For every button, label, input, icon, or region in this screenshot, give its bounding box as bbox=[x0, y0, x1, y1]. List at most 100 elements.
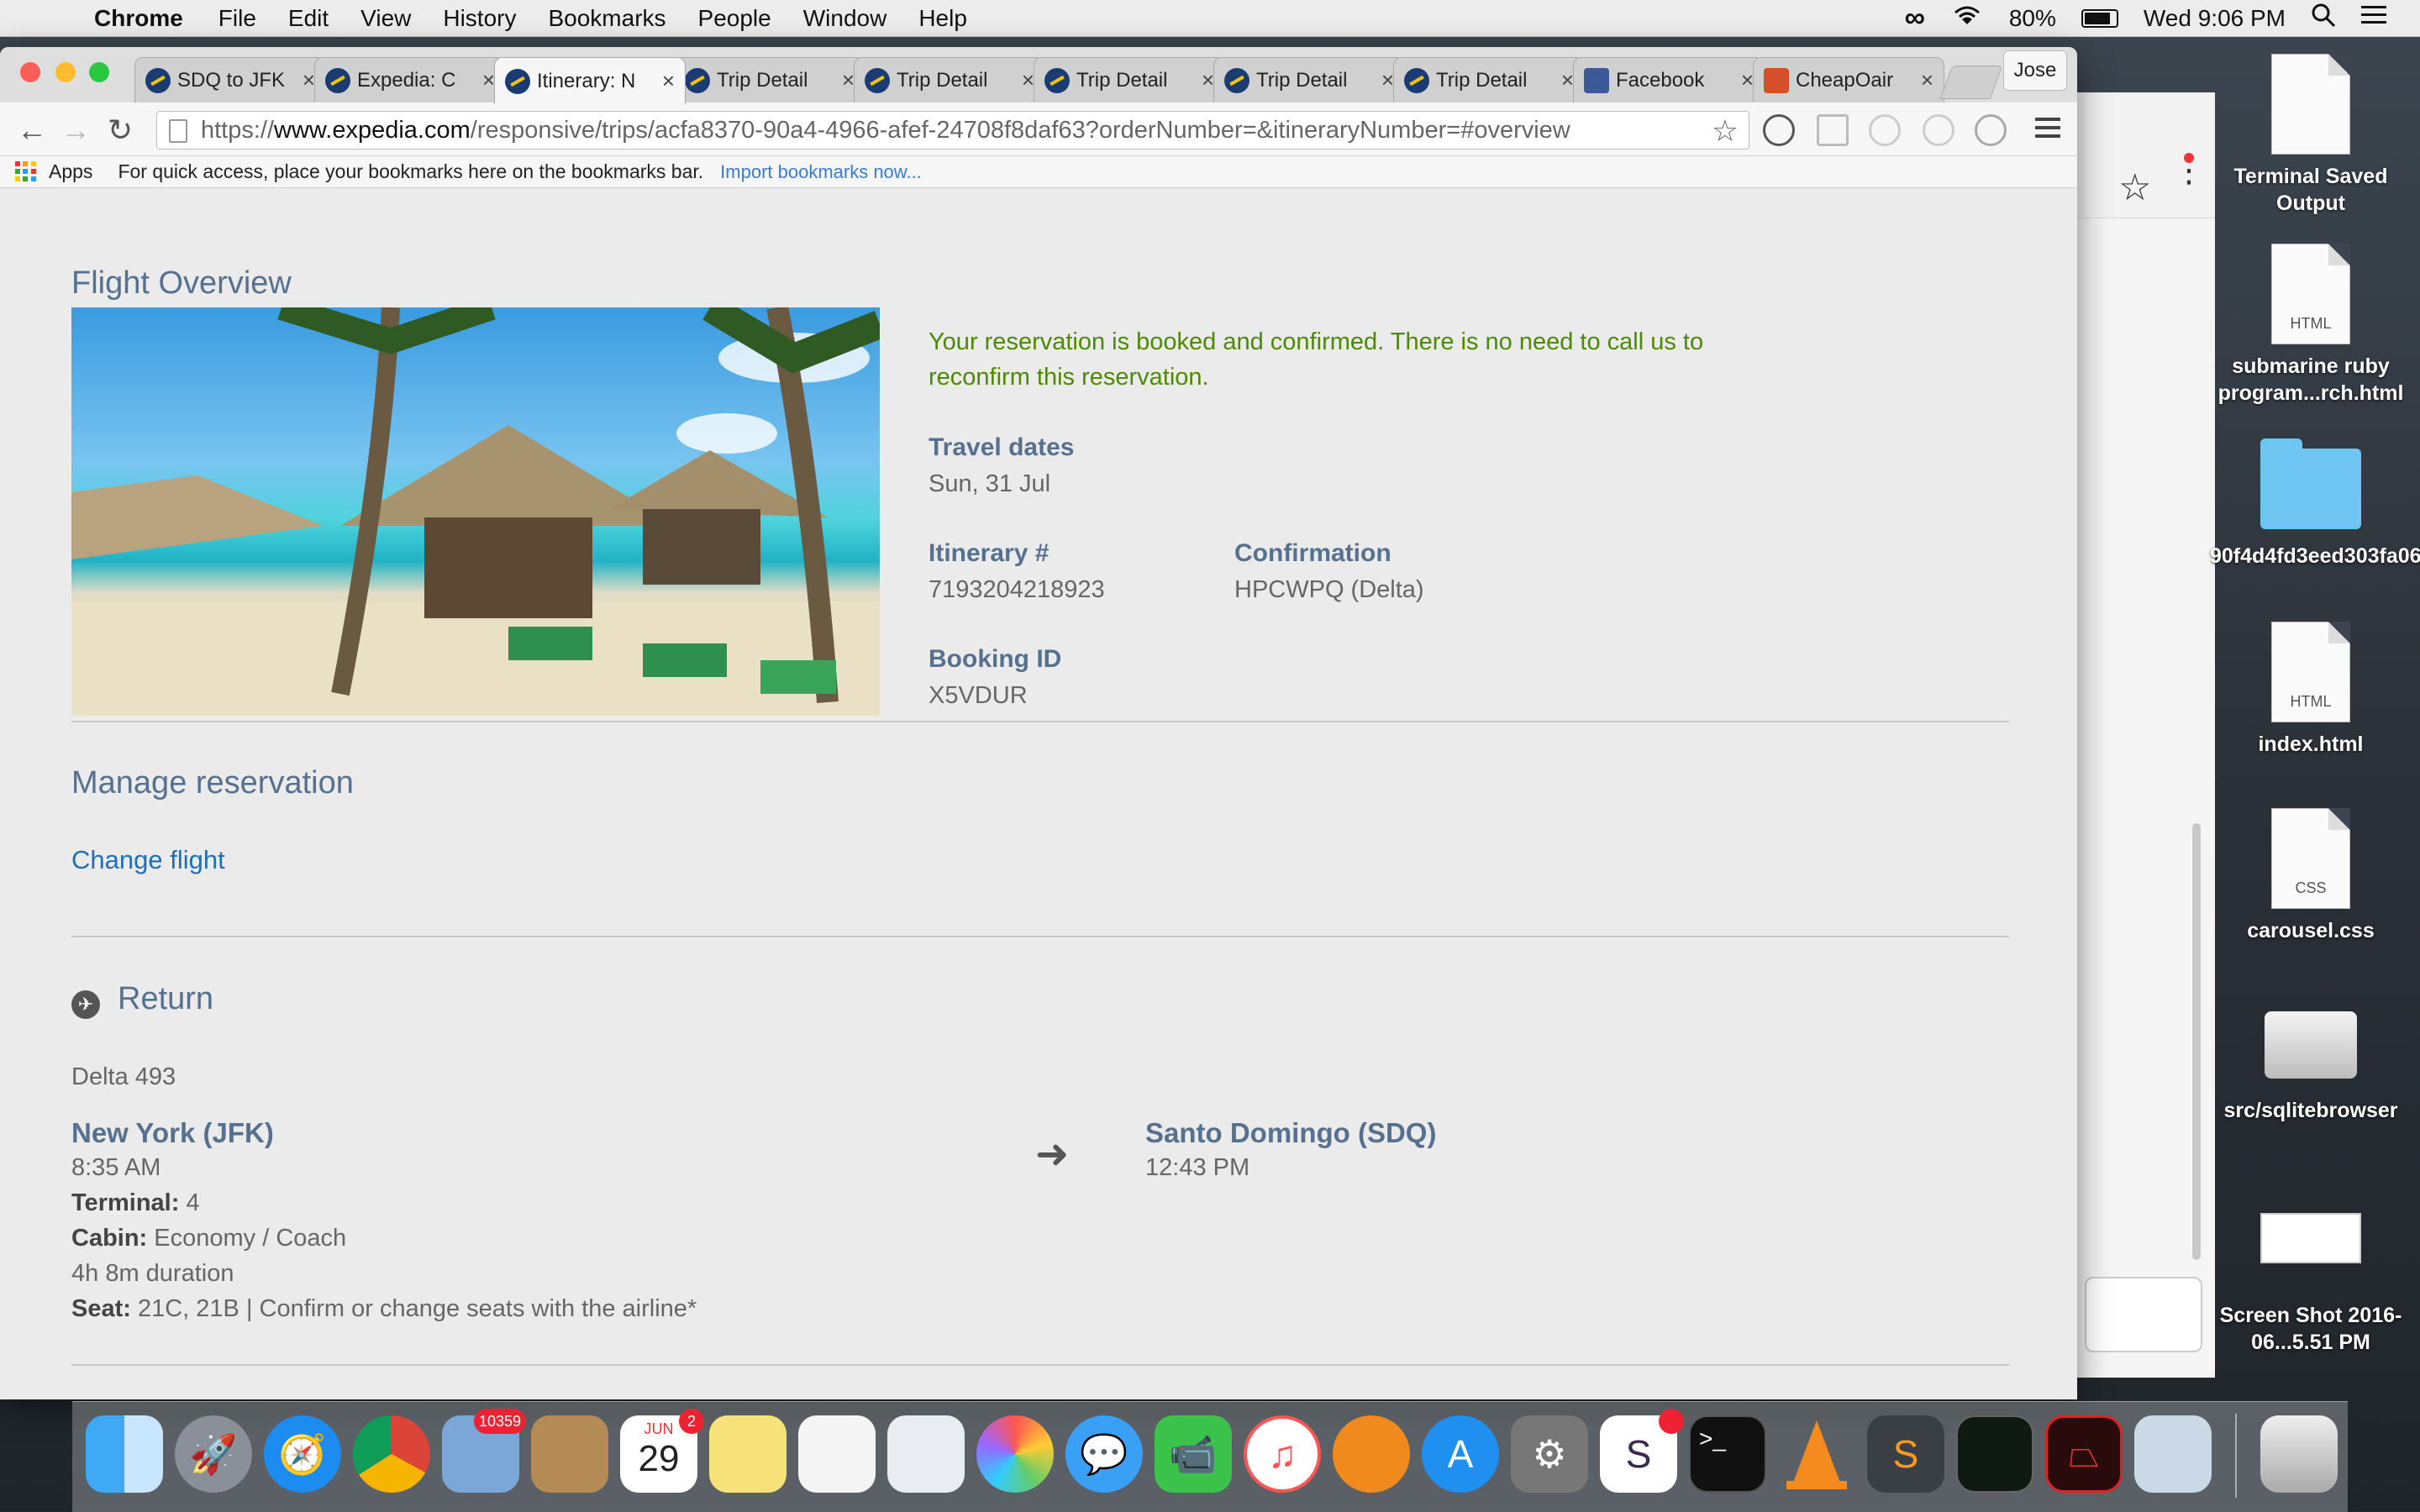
vlc-icon[interactable] bbox=[1778, 1415, 1855, 1493]
calendar-icon[interactable]: JUN 29 2 bbox=[620, 1409, 704, 1493]
change-flight-link[interactable]: Change flight bbox=[71, 845, 225, 875]
activity-monitor-icon[interactable] bbox=[1956, 1415, 2033, 1493]
tab-trip-detail-1[interactable]: Trip Detail × bbox=[674, 57, 865, 102]
section-divider bbox=[71, 1364, 2009, 1366]
menu-edit[interactable]: Edit bbox=[288, 5, 329, 32]
desktop-item-index-html[interactable]: HTML index.html bbox=[2210, 622, 2412, 758]
m-extension-icon[interactable] bbox=[1869, 114, 1901, 146]
cast-extension-icon[interactable] bbox=[1817, 114, 1849, 146]
chrome-menu-icon[interactable] bbox=[2035, 118, 2060, 143]
notes-icon[interactable] bbox=[709, 1415, 786, 1493]
tab-trip-detail-2[interactable]: Trip Detail × bbox=[854, 57, 1045, 102]
spotlight-icon[interactable] bbox=[2311, 3, 2336, 34]
desktop-item-screenshot[interactable]: Screen Shot 2016-06...5.51 PM bbox=[2210, 1181, 2412, 1356]
menu-window[interactable]: Window bbox=[803, 5, 887, 32]
launchpad-icon[interactable]: 🚀 bbox=[175, 1415, 252, 1493]
menu-app[interactable]: Chrome bbox=[94, 5, 183, 32]
emoji-button[interactable] bbox=[2085, 1277, 2202, 1352]
wifi-icon[interactable] bbox=[1950, 3, 1984, 34]
notification-center-icon[interactable] bbox=[2361, 4, 2386, 32]
import-bookmarks-link[interactable]: Import bookmarks now... bbox=[720, 161, 922, 183]
close-tab-icon[interactable]: × bbox=[1202, 67, 1214, 93]
tab-cheapoair[interactable]: CheapOair × bbox=[1753, 57, 1944, 102]
close-tab-icon[interactable]: × bbox=[662, 68, 675, 94]
menu-history[interactable]: History bbox=[443, 5, 516, 32]
app-store-icon[interactable]: A bbox=[1422, 1415, 1499, 1493]
close-tab-icon[interactable]: × bbox=[482, 67, 495, 93]
section-divider bbox=[71, 721, 2009, 722]
url-domain: www.expedia.com bbox=[274, 116, 471, 144]
close-tab-icon[interactable]: × bbox=[1022, 67, 1034, 93]
close-tab-icon[interactable]: × bbox=[1561, 67, 1574, 93]
reload-icon[interactable]: ↻ bbox=[108, 113, 133, 148]
tab-itinerary[interactable]: Itinerary: N × bbox=[494, 57, 686, 104]
battery-icon[interactable] bbox=[2081, 8, 2118, 28]
destination-city: Santo Domingo (SDQ) bbox=[1145, 1117, 1437, 1148]
safari-icon[interactable]: 🧭 bbox=[264, 1415, 341, 1493]
sync-extension-icon[interactable] bbox=[1763, 114, 1795, 146]
system-preferences-icon[interactable]: ⚙ bbox=[1511, 1415, 1588, 1493]
trash-icon[interactable] bbox=[2260, 1415, 2338, 1493]
bookmark-star-icon[interactable]: ☆ bbox=[2118, 166, 2151, 209]
ibooks-icon[interactable] bbox=[1333, 1415, 1410, 1493]
desktop-item-carousel-css[interactable]: CSS carousel.css bbox=[2210, 808, 2412, 944]
clock[interactable]: Wed 9:06 PM bbox=[2144, 5, 2286, 32]
menu-bookmarks[interactable]: Bookmarks bbox=[548, 5, 666, 32]
minimize-window-button[interactable] bbox=[55, 62, 76, 82]
tab-facebook[interactable]: Facebook × bbox=[1573, 57, 1765, 102]
close-window-button[interactable] bbox=[20, 62, 40, 82]
forward-arrow-icon[interactable]: → bbox=[60, 113, 91, 148]
itunes-icon[interactable]: ♫ bbox=[1244, 1415, 1321, 1493]
folder-icon bbox=[2260, 438, 2361, 529]
messages-icon[interactable]: 💬 bbox=[1065, 1415, 1143, 1493]
circle-extension-icon[interactable] bbox=[1923, 114, 1954, 146]
sublime-text-icon[interactable]: S bbox=[1867, 1415, 1944, 1493]
menu-people[interactable]: People bbox=[698, 5, 771, 32]
tab-trip-detail-5[interactable]: Trip Detail × bbox=[1393, 57, 1585, 102]
bookmark-star-icon[interactable]: ☆ bbox=[1712, 113, 1739, 149]
chrome-icon[interactable] bbox=[353, 1415, 430, 1493]
slack-icon[interactable]: S bbox=[1600, 1409, 1684, 1493]
facetime-icon[interactable]: 📹 bbox=[1155, 1415, 1232, 1493]
apps-link[interactable]: Apps bbox=[49, 160, 92, 183]
tab-trip-detail-4[interactable]: Trip Detail × bbox=[1213, 57, 1405, 102]
contacts-icon[interactable] bbox=[531, 1415, 608, 1493]
close-tab-icon[interactable]: × bbox=[842, 67, 855, 93]
menu-file[interactable]: File bbox=[218, 5, 256, 32]
desktop-item-sqlitebrowser[interactable]: src/sqlitebrowser bbox=[2210, 995, 2412, 1124]
address-bar[interactable]: https://www.expedia.com/responsive/trips… bbox=[156, 111, 1749, 150]
finder-icon[interactable] bbox=[86, 1415, 163, 1493]
scrollbar[interactable] bbox=[2192, 823, 2201, 1260]
new-tab-button[interactable] bbox=[1939, 66, 2003, 99]
close-tab-icon[interactable]: × bbox=[302, 67, 315, 93]
close-tab-icon[interactable]: × bbox=[1741, 67, 1754, 93]
tab-trip-detail-3[interactable]: Trip Detail × bbox=[1034, 57, 1225, 102]
battery-percent[interactable]: 80% bbox=[2009, 5, 2056, 32]
back-arrow-icon[interactable]: ← bbox=[17, 113, 47, 148]
desktop-item-label: src/sqlitebrowser bbox=[2223, 1099, 2398, 1122]
adobe-reader-icon[interactable]: ⏢ bbox=[2045, 1415, 2123, 1493]
infinity-icon[interactable]: ∞ bbox=[1905, 2, 1925, 34]
desktop-item-submarine-html[interactable]: HTML submarine ruby program...rch.html bbox=[2210, 244, 2412, 407]
apps-grid-icon[interactable] bbox=[15, 160, 37, 183]
desktop-item-folder[interactable]: 90f4d4fd3eed303fa06f bbox=[2210, 437, 2420, 570]
more-menu-icon[interactable]: ⋮ bbox=[2172, 154, 2206, 187]
react-extension-icon[interactable] bbox=[1975, 114, 2007, 146]
tab-expedia[interactable]: Expedia: C × bbox=[314, 57, 506, 102]
terminal-icon[interactable]: >_ bbox=[1689, 1415, 1766, 1493]
preview-photos-icon[interactable] bbox=[2134, 1415, 2212, 1493]
terminal-value: 4 bbox=[186, 1189, 200, 1216]
tab-sdq-to-jfk[interactable]: SDQ to JFK × bbox=[134, 57, 326, 102]
close-tab-icon[interactable]: × bbox=[1921, 67, 1933, 93]
expedia-icon bbox=[1044, 67, 1070, 93]
mail-icon[interactable]: 10359 bbox=[442, 1409, 526, 1493]
menu-view[interactable]: View bbox=[360, 5, 411, 32]
reminders-icon[interactable] bbox=[798, 1415, 876, 1493]
preview-icon[interactable] bbox=[887, 1415, 965, 1493]
maximize-window-button[interactable] bbox=[89, 62, 109, 82]
desktop-item-terminal-output[interactable]: Terminal Saved Output bbox=[2210, 54, 2412, 217]
close-tab-icon[interactable]: × bbox=[1381, 67, 1394, 93]
photos-icon[interactable] bbox=[976, 1415, 1054, 1493]
profile-button[interactable]: Jose bbox=[2003, 50, 2067, 91]
menu-help[interactable]: Help bbox=[918, 5, 967, 32]
